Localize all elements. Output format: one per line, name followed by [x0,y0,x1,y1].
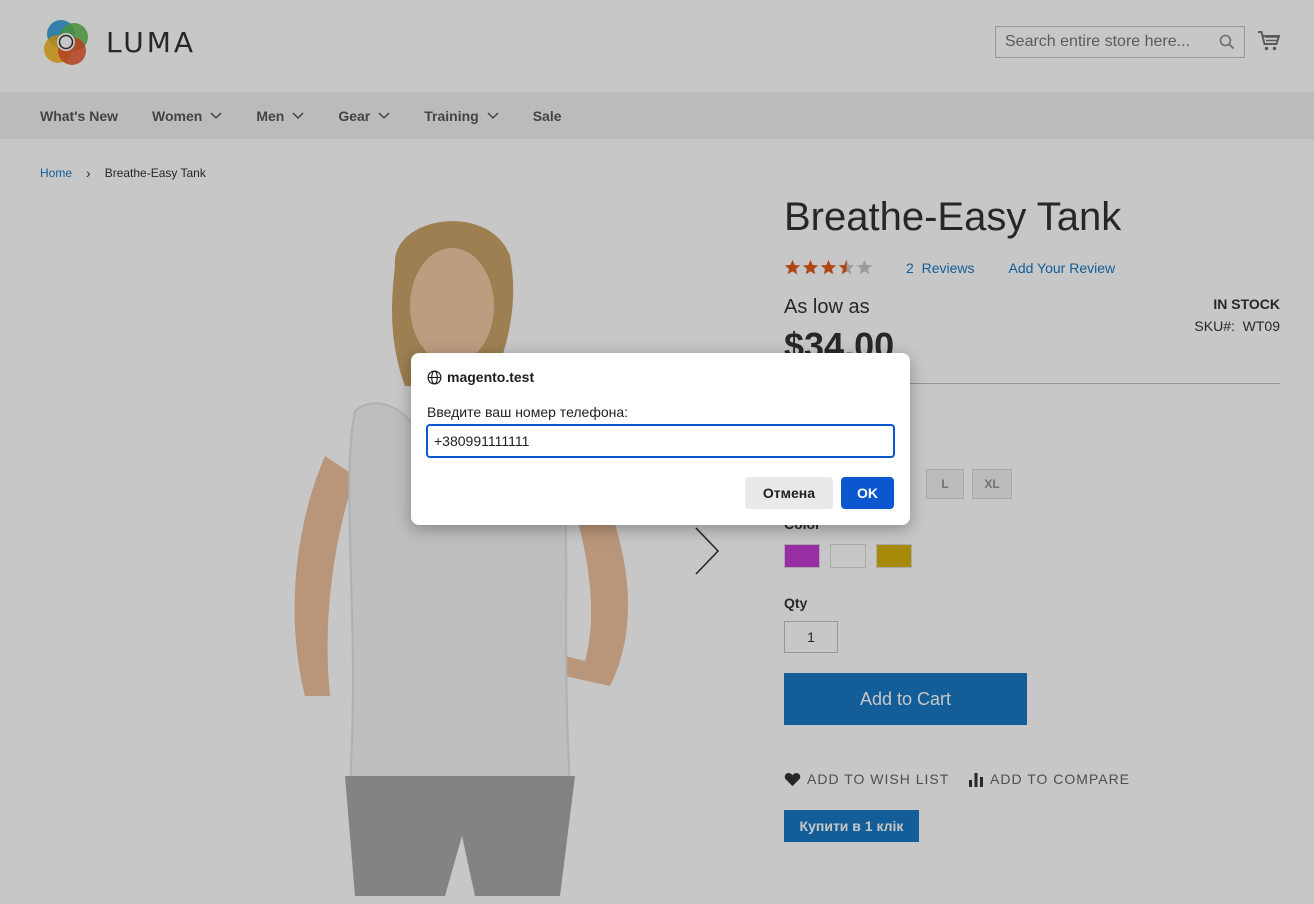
ok-button[interactable]: OK [841,477,894,509]
dialog-origin: magento.test [427,369,534,385]
phone-input[interactable] [426,424,895,458]
dialog-origin-text: magento.test [447,369,535,385]
globe-icon [427,370,442,384]
prompt-dialog: magento.test Введите ваш номер телефона:… [411,353,910,525]
dialog-message: Введите ваш номер телефона: [427,404,629,420]
cancel-button[interactable]: Отмена [745,477,833,509]
